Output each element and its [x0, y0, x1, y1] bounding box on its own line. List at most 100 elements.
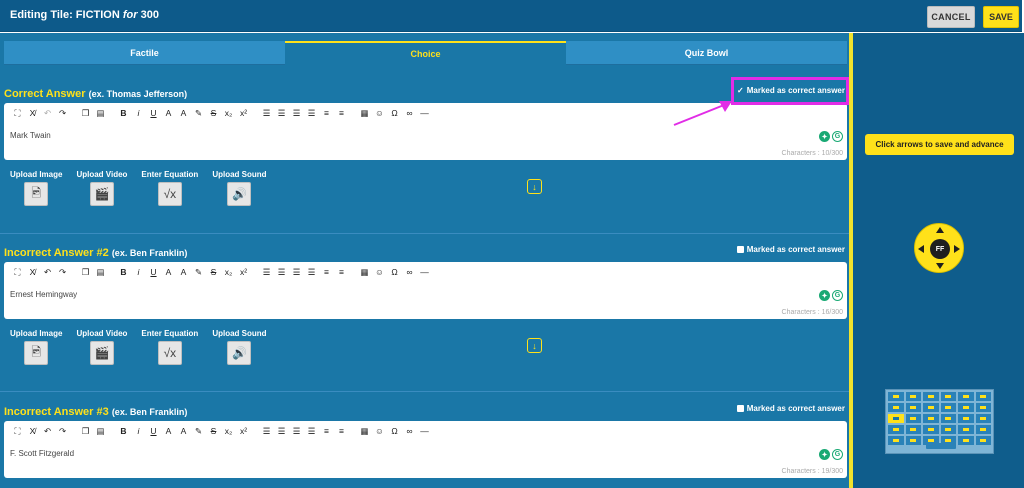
- link-icon[interactable]: ∞: [402, 266, 417, 278]
- underline-icon[interactable]: U: [146, 107, 161, 119]
- table-icon[interactable]: ▦: [357, 107, 372, 119]
- strikethrough-icon[interactable]: S: [206, 425, 221, 437]
- minimap-tile[interactable]: [975, 414, 991, 423]
- answer-text[interactable]: F. Scott Fitzgerald: [10, 449, 74, 458]
- tab-factile[interactable]: Factile: [4, 41, 285, 65]
- subscript-icon[interactable]: x₂: [221, 266, 236, 278]
- fill-color-icon[interactable]: A: [176, 425, 191, 437]
- minimap-tile[interactable]: [888, 403, 904, 412]
- strikethrough-icon[interactable]: S: [206, 266, 221, 278]
- arrow-up-icon[interactable]: [936, 227, 944, 233]
- grammarly-icon[interactable]: G: [832, 290, 843, 301]
- assist-icon[interactable]: ✦: [819, 290, 830, 301]
- copy-icon[interactable]: ❐: [78, 266, 93, 278]
- answer-editor[interactable]: ⛶ X̸ ↶ ↷ ❐ ▤ B i U A A ✎ S x₂ x² ☰ ☰ ☰ ☰…: [4, 262, 847, 319]
- align-justify-icon[interactable]: ☰: [304, 266, 319, 278]
- minimap-tile[interactable]: [958, 414, 974, 423]
- special-char-icon[interactable]: Ω: [387, 425, 402, 437]
- sound-icon[interactable]: 🔊: [227, 341, 252, 365]
- font-color-icon[interactable]: A: [161, 107, 176, 119]
- copy-icon[interactable]: ❐: [78, 425, 93, 437]
- board-minimap[interactable]: [885, 389, 994, 454]
- minimap-tile[interactable]: [975, 392, 991, 401]
- minimap-tile[interactable]: [923, 392, 939, 401]
- link-icon[interactable]: ∞: [402, 425, 417, 437]
- clear-format-icon[interactable]: X̸: [25, 266, 40, 278]
- fullscreen-icon[interactable]: ⛶: [10, 266, 25, 278]
- checkbox-icon[interactable]: [736, 246, 744, 253]
- align-justify-icon[interactable]: ☰: [304, 107, 319, 119]
- fill-color-icon[interactable]: A: [176, 266, 191, 278]
- minimap-tile[interactable]: [888, 436, 904, 445]
- arrow-down-icon[interactable]: ↓: [527, 338, 542, 353]
- video-icon[interactable]: 🎬: [89, 182, 114, 206]
- assist-icon[interactable]: ✦: [819, 449, 830, 460]
- clear-format-icon[interactable]: X̸: [25, 425, 40, 437]
- minimap-tile[interactable]: [888, 425, 904, 434]
- image-icon[interactable]: 🖻: [24, 341, 49, 365]
- minimap-tile[interactable]: [958, 392, 974, 401]
- fullscreen-icon[interactable]: ⛶: [10, 425, 25, 437]
- paste-icon[interactable]: ▤: [93, 425, 108, 437]
- assist-icon[interactable]: ✦: [819, 131, 830, 142]
- minimap-tile[interactable]: [975, 403, 991, 412]
- align-left-icon[interactable]: ☰: [259, 266, 274, 278]
- align-justify-icon[interactable]: ☰: [304, 425, 319, 437]
- upload-sound[interactable]: Upload Sound 🔊: [212, 170, 267, 206]
- tab-quiz-bowl[interactable]: Quiz Bowl: [566, 41, 847, 65]
- checkbox-icon[interactable]: [736, 405, 744, 412]
- video-icon[interactable]: 🎬: [89, 341, 114, 365]
- minimap-tile[interactable]: [905, 403, 921, 412]
- redo-icon[interactable]: ↷: [55, 425, 70, 437]
- highlight-icon[interactable]: ✎: [191, 425, 206, 437]
- undo-icon[interactable]: ↶: [40, 425, 55, 437]
- answer-editor[interactable]: ⛶ X̸ ↶ ↷ ❐ ▤ B i U A A ✎ S x₂ x² ☰ ☰ ☰ ☰…: [4, 421, 847, 478]
- mark-correct-toggle[interactable]: Marked as correct answer: [736, 245, 845, 254]
- link-icon[interactable]: ∞: [402, 107, 417, 119]
- cancel-button[interactable]: CANCEL: [927, 6, 975, 28]
- redo-icon[interactable]: ↷: [55, 266, 70, 278]
- highlight-icon[interactable]: ✎: [191, 266, 206, 278]
- bullet-list-icon[interactable]: ≡: [334, 266, 349, 278]
- enter-equation[interactable]: Enter Equation √x: [141, 329, 198, 365]
- table-icon[interactable]: ▦: [357, 266, 372, 278]
- minimap-tile[interactable]: [905, 425, 921, 434]
- superscript-icon[interactable]: x²: [236, 425, 251, 437]
- upload-video[interactable]: Upload Video 🎬: [76, 329, 127, 365]
- answer-text[interactable]: Mark Twain: [10, 131, 51, 140]
- ordered-list-icon[interactable]: ≡: [319, 266, 334, 278]
- horizontal-line-icon[interactable]: —: [417, 266, 432, 278]
- align-right-icon[interactable]: ☰: [289, 107, 304, 119]
- paste-icon[interactable]: ▤: [93, 266, 108, 278]
- minimap-tile[interactable]: [975, 425, 991, 434]
- align-left-icon[interactable]: ☰: [259, 425, 274, 437]
- equation-icon[interactable]: √x: [157, 182, 182, 206]
- undo-icon[interactable]: ↶: [40, 107, 55, 119]
- bullet-list-icon[interactable]: ≡: [334, 425, 349, 437]
- superscript-icon[interactable]: x²: [236, 266, 251, 278]
- dpad-center-button[interactable]: FF: [930, 239, 950, 259]
- horizontal-line-icon[interactable]: —: [417, 107, 432, 119]
- grammarly-icon[interactable]: G: [832, 131, 843, 142]
- highlight-icon[interactable]: ✎: [191, 107, 206, 119]
- ordered-list-icon[interactable]: ≡: [319, 107, 334, 119]
- undo-icon[interactable]: ↶: [40, 266, 55, 278]
- upload-image[interactable]: Upload Image 🖻: [10, 170, 62, 206]
- minimap-tile[interactable]: [940, 425, 956, 434]
- horizontal-line-icon[interactable]: —: [417, 425, 432, 437]
- emoji-icon[interactable]: ☺: [372, 425, 387, 437]
- minimap-tile[interactable]: [923, 403, 939, 412]
- upload-image[interactable]: Upload Image 🖻: [10, 329, 62, 365]
- bold-icon[interactable]: B: [116, 266, 131, 278]
- align-center-icon[interactable]: ☰: [274, 107, 289, 119]
- font-color-icon[interactable]: A: [161, 266, 176, 278]
- align-center-icon[interactable]: ☰: [274, 266, 289, 278]
- image-icon[interactable]: 🖻: [24, 182, 49, 206]
- upload-video[interactable]: Upload Video 🎬: [76, 170, 127, 206]
- sound-icon[interactable]: 🔊: [227, 182, 252, 206]
- ordered-list-icon[interactable]: ≡: [319, 425, 334, 437]
- minimap-tile[interactable]: [958, 425, 974, 434]
- navigation-dpad[interactable]: FF: [914, 223, 964, 273]
- tab-choice[interactable]: Choice: [285, 41, 566, 65]
- special-char-icon[interactable]: Ω: [387, 107, 402, 119]
